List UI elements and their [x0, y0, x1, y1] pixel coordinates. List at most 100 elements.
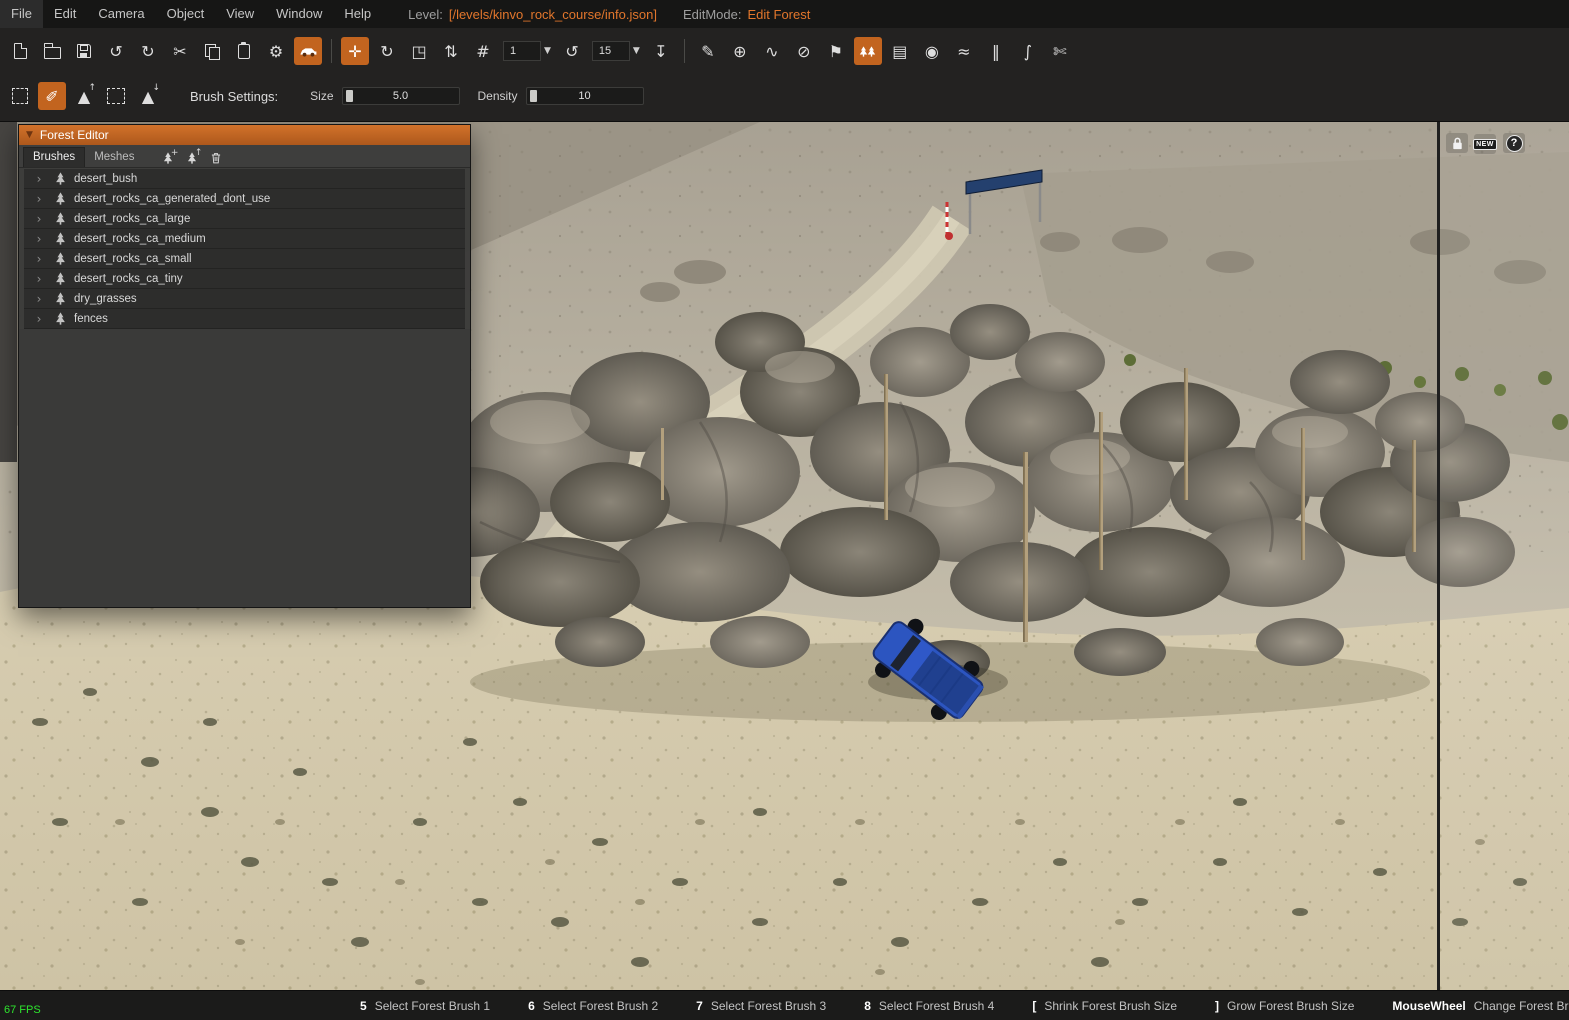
forest-editor-body: [19, 329, 470, 607]
cut-button[interactable]: ✂: [166, 37, 194, 65]
main-toolbar: ↺ ↻ ✂ ⚙ ✛ ↻ ◳ ⇅ # 1 ▼ ↺ 15 ▼ ↧ ✎ ⊕ ∿ ⊘ ⚑…: [4, 30, 1569, 72]
save-button[interactable]: [70, 37, 98, 65]
chevron-right-icon[interactable]: ›: [32, 252, 46, 266]
forest-editor-title: Forest Editor: [40, 128, 109, 142]
brush-row-desert-rocks-large[interactable]: › desert_rocks_ca_large: [24, 209, 465, 229]
brush-row-desert-bush[interactable]: › desert_bush: [24, 169, 465, 189]
trash-icon: [210, 152, 222, 164]
collapse-triangle-icon[interactable]: ▼: [26, 130, 33, 140]
delete-brush-button[interactable]: [205, 148, 227, 167]
lock-button[interactable]: [1446, 133, 1468, 153]
paste-button[interactable]: [230, 37, 258, 65]
vehicle-mode-button[interactable]: [294, 37, 322, 65]
add-object-button[interactable]: ⊕: [726, 37, 754, 65]
tree-icon: [866, 44, 877, 59]
chevron-right-icon[interactable]: ›: [32, 232, 46, 246]
add-brush-button[interactable]: +: [157, 148, 179, 167]
settings-button[interactable]: ⚙: [262, 37, 290, 65]
eraser-tool-button[interactable]: ⊘: [790, 37, 818, 65]
chevron-right-icon[interactable]: ›: [32, 272, 46, 286]
menu-file[interactable]: File: [0, 0, 43, 28]
chevron-right-icon[interactable]: ›: [32, 192, 46, 206]
flag-tool-button[interactable]: ⚑: [822, 37, 850, 65]
forest-editor-button[interactable]: [854, 37, 882, 65]
menu-help[interactable]: Help: [333, 0, 382, 28]
angle-snap-caret-icon[interactable]: ▼: [633, 46, 640, 56]
plus-overlay: +: [171, 148, 179, 158]
raise-terrain-button[interactable]: ▲↑: [70, 82, 98, 110]
rotate-snap-button[interactable]: ↺: [558, 37, 586, 65]
menu-view[interactable]: View: [215, 0, 265, 28]
brush-row-dry-grasses[interactable]: › dry_grasses: [24, 289, 465, 309]
menu-edit[interactable]: Edit: [43, 0, 87, 28]
chevron-right-icon[interactable]: ›: [32, 172, 46, 186]
new-file-button[interactable]: [6, 37, 34, 65]
rotate-tool-button[interactable]: ↻: [373, 37, 401, 65]
brush-row-label: desert_bush: [74, 173, 137, 185]
marquee-icon: [12, 88, 28, 104]
editmode-value[interactable]: Edit Forest: [748, 7, 811, 22]
drop-to-ground-button[interactable]: ↧: [647, 37, 675, 65]
lasso-icon: ∿: [765, 42, 778, 61]
menu-window[interactable]: Window: [265, 0, 333, 28]
redo-button[interactable]: ↻: [134, 37, 162, 65]
snap-axis-button[interactable]: ⇅: [437, 37, 465, 65]
new-badge-button[interactable]: NEW: [1474, 134, 1496, 154]
size-slider[interactable]: 5.0: [342, 87, 460, 105]
grid-size-select[interactable]: 1: [503, 41, 541, 61]
hint-brush-2: 6Select Forest Brush 2: [528, 999, 658, 1013]
brush-row-fences[interactable]: › fences: [24, 309, 465, 329]
tab-brushes[interactable]: Brushes: [23, 147, 85, 167]
forest-editor-tabs: Brushes Meshes + ↑: [19, 145, 470, 168]
spline-tool-button[interactable]: ∫: [1014, 37, 1042, 65]
terrain-cut-button[interactable]: ✄: [1046, 37, 1074, 65]
level-path-link[interactable]: [/levels/kinvo_rock_course/info.json]: [449, 7, 657, 22]
hint-mousewheel: MouseWheelChange Forest Brush Size: [1392, 999, 1569, 1013]
save-icon: [77, 44, 91, 58]
angle-snap-select[interactable]: 15: [592, 41, 630, 61]
density-label: Density: [478, 89, 518, 103]
lasso-tool-button[interactable]: ∿: [758, 37, 786, 65]
area-select-button[interactable]: [6, 82, 34, 110]
layers-icon: ▤: [892, 42, 907, 61]
promote-brush-button[interactable]: ↑: [181, 148, 203, 167]
menu-object[interactable]: Object: [156, 0, 216, 28]
lower-terrain-button[interactable]: ▲↓: [134, 82, 162, 110]
brush-row-desert-rocks-small[interactable]: › desert_rocks_ca_small: [24, 249, 465, 269]
open-folder-button[interactable]: [38, 37, 66, 65]
paint-brush-icon: ✐: [45, 87, 58, 106]
translate-tool-button[interactable]: ✛: [341, 37, 369, 65]
brush-row-label: dry_grasses: [74, 293, 137, 305]
road-tool-button[interactable]: ‖: [982, 37, 1010, 65]
new-file-icon: [14, 43, 27, 59]
region-select-button[interactable]: [102, 82, 130, 110]
fps-counter: 67 FPS: [4, 1004, 41, 1016]
transform-space-button[interactable]: ◳: [405, 37, 433, 65]
chevron-right-icon[interactable]: ›: [32, 292, 46, 306]
tab-meshes[interactable]: Meshes: [85, 148, 143, 167]
brush-toolbar: ✐ ▲↑ ▲↓ Brush Settings: Size 5.0 Density…: [4, 76, 1569, 116]
forest-editor-panel: ▼ Forest Editor Brushes Meshes + ↑ › des…: [18, 124, 471, 608]
draw-tool-button[interactable]: ✎: [694, 37, 722, 65]
menu-camera[interactable]: Camera: [87, 0, 155, 28]
brush-settings-label: Brush Settings:: [190, 89, 278, 104]
toolbar-area: ↺ ↻ ✂ ⚙ ✛ ↻ ◳ ⇅ # 1 ▼ ↺ 15 ▼ ↧ ✎ ⊕ ∿ ⊘ ⚑…: [0, 28, 1569, 122]
brush-row-desert-rocks-medium[interactable]: › desert_rocks_ca_medium: [24, 229, 465, 249]
grid-size-caret-icon[interactable]: ▼: [544, 46, 551, 56]
brush-row-desert-rocks-tiny[interactable]: › desert_rocks_ca_tiny: [24, 269, 465, 289]
forest-editor-titlebar[interactable]: ▼ Forest Editor: [19, 125, 470, 145]
paint-brush-button[interactable]: ✐: [38, 82, 66, 110]
chevron-right-icon[interactable]: ›: [32, 312, 46, 326]
layers-tool-button[interactable]: ▤: [886, 37, 914, 65]
decal-tool-button[interactable]: ◉: [918, 37, 946, 65]
help-button[interactable]: ?: [1503, 133, 1525, 153]
density-slider[interactable]: 10: [526, 87, 644, 105]
chevron-right-icon[interactable]: ›: [32, 212, 46, 226]
copy-icon: [205, 44, 220, 59]
copy-button[interactable]: [198, 37, 226, 65]
undo-button[interactable]: ↺: [102, 37, 130, 65]
brush-row-desert-rocks-generated[interactable]: › desert_rocks_ca_generated_dont_use: [24, 189, 465, 209]
water-tool-button[interactable]: ≈: [950, 37, 978, 65]
grid-snap-button[interactable]: #: [469, 37, 497, 65]
toolbar-separator: [331, 39, 332, 63]
